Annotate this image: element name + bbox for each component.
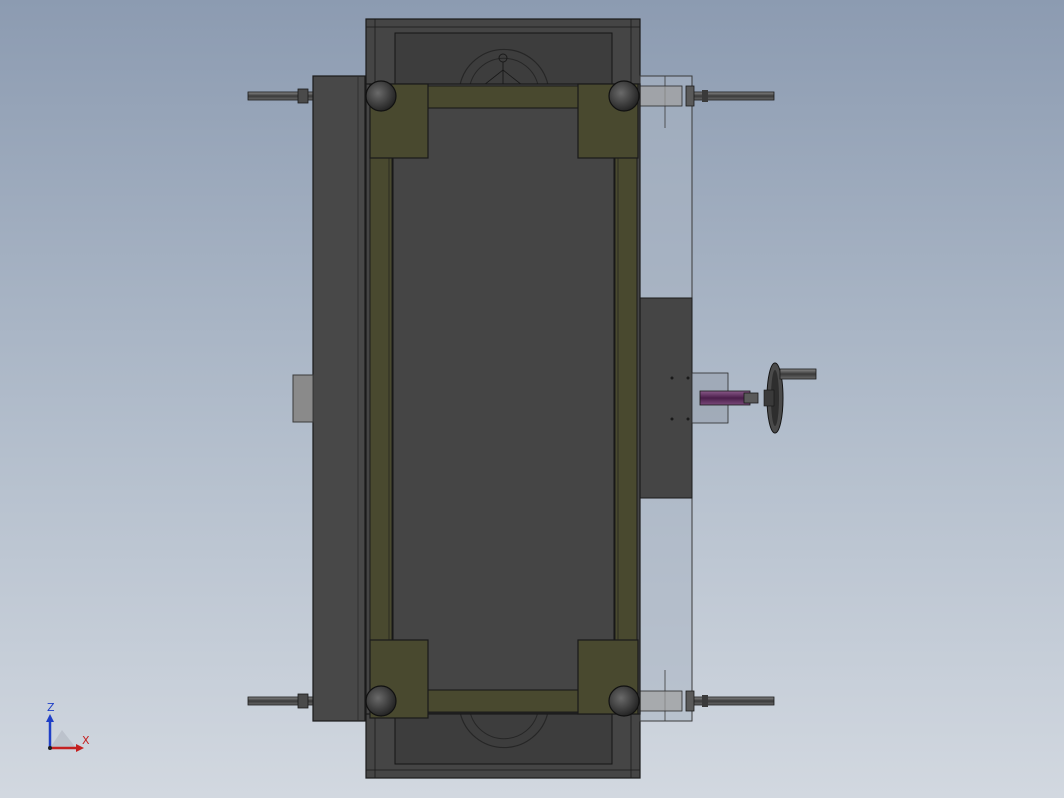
z-axis-label: Z [47, 701, 55, 714]
handwheel-assembly[interactable] [670, 362, 817, 434]
x-axis-label: X [82, 734, 90, 747]
orientation-triad: Z X [46, 701, 90, 752]
right-translucent-cover [639, 75, 693, 722]
cad-viewport[interactable]: Z X [0, 0, 1064, 798]
inner-bed-panel[interactable] [388, 107, 619, 691]
assembly-model[interactable] [0, 0, 1064, 798]
left-side-plate [292, 75, 366, 722]
bottom-end-housing [365, 711, 641, 779]
top-end-housing [365, 18, 641, 86]
